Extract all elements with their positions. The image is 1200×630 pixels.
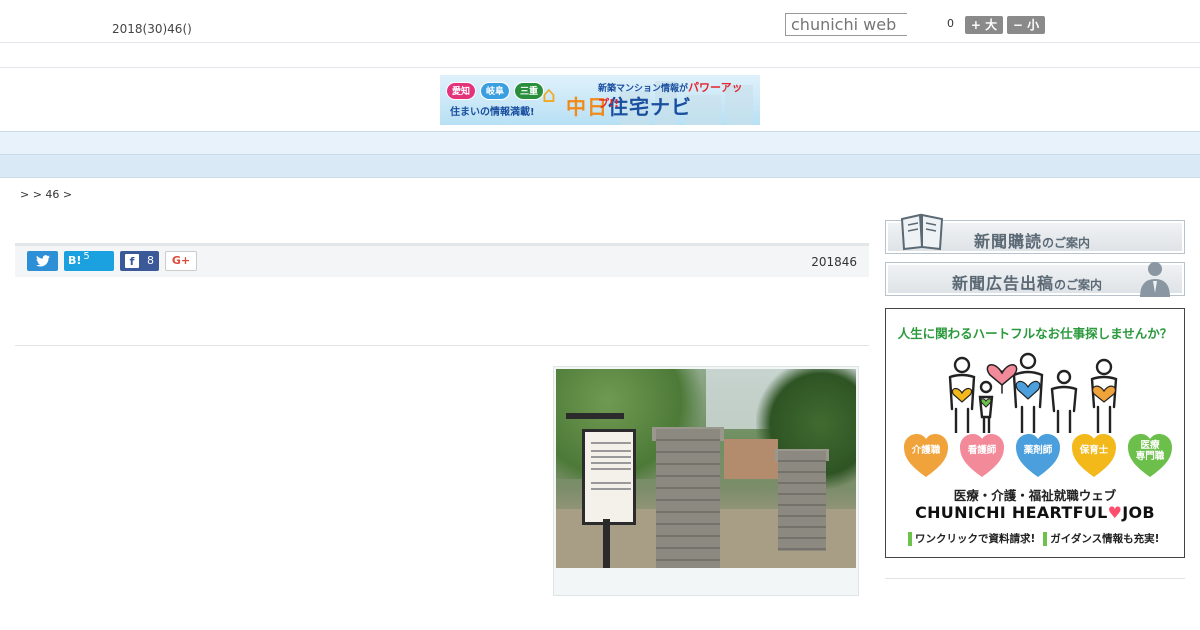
heart-medical-specialist[interactable]: 医療 専門職 bbox=[1126, 433, 1174, 479]
job-category-hearts: 介護職 看護師 薬剤師 保育士 医療 専門職 bbox=[898, 433, 1174, 481]
ad-placement-label-main: 新聞広告出稿 bbox=[952, 274, 1055, 293]
facebook-icon: f bbox=[125, 254, 139, 268]
banner-headline-text: 新築マンション情報が bbox=[598, 84, 689, 94]
search-input[interactable] bbox=[785, 13, 907, 36]
sub-nav bbox=[0, 155, 1200, 178]
family-icon bbox=[948, 352, 1118, 433]
font-size-value: 0 bbox=[947, 17, 954, 30]
heart-label-medical-specialist: 医療 専門職 bbox=[1135, 440, 1165, 462]
heart-label-care-worker: 介護職 bbox=[911, 445, 941, 456]
article-photo-frame bbox=[553, 366, 859, 596]
googleplus-share-button[interactable]: G+ bbox=[165, 251, 197, 271]
current-date: 2018(30)46() bbox=[112, 22, 192, 36]
ad-placement-label-small: のご案内 bbox=[1054, 278, 1103, 292]
newspaper-ad-button[interactable]: 新聞広告出稿のご案内 bbox=[885, 262, 1185, 297]
heart-icon bbox=[960, 434, 1004, 477]
heart-nurse[interactable]: 看護師 bbox=[958, 433, 1006, 479]
ad-brand-heart: ♥ bbox=[1107, 503, 1123, 522]
house-icon: ⌂ bbox=[542, 83, 556, 108]
ad-footer: ワンクリックで資料請求! ガイダンス情報も充実! bbox=[908, 531, 1159, 546]
ad-tagline: 医療・介護・福祉就職ウェブ bbox=[953, 488, 1117, 503]
ad-footer-b: ガイダンス情報も充実! bbox=[1050, 533, 1160, 545]
heart-pharmacist[interactable]: 薬剤師 bbox=[1014, 433, 1062, 479]
person-icon bbox=[1140, 262, 1170, 297]
banner-headline: 新築マンション情報がパワーアップ!! bbox=[598, 79, 760, 111]
subscription-label: 新聞購読のご案内 bbox=[974, 228, 1090, 252]
heart-label-nurse: 看護師 bbox=[967, 445, 997, 456]
hatena-label: B! bbox=[68, 254, 82, 267]
hatena-bookmark-button[interactable]: B! 5 bbox=[64, 251, 114, 271]
heart-label-pharmacist: 薬剤師 bbox=[1023, 445, 1053, 456]
banner-pill-aichi: 愛知 bbox=[446, 82, 476, 100]
ad-brand-a: CHUNICHI HEARTFUL bbox=[915, 503, 1108, 522]
info-sign bbox=[582, 429, 636, 525]
breadcrumb[interactable]: > > 46 > bbox=[20, 188, 72, 201]
font-larger-button[interactable]: + 大 bbox=[965, 16, 1003, 34]
banner-tagline: 住まいの情報満載! bbox=[450, 107, 535, 118]
secondary-band bbox=[0, 44, 1200, 68]
twitter-share-button[interactable] bbox=[27, 251, 58, 271]
banner-pill-gifu: 岐阜 bbox=[480, 82, 510, 100]
article-photo[interactable] bbox=[556, 369, 856, 568]
heartful-job-ad[interactable]: 人生に関わるハートフルなお仕事探しませんか？ 介護職 看護師 薬剤師 保育士 医… bbox=[885, 308, 1185, 558]
ad-brand-b: JOB bbox=[1122, 503, 1155, 522]
twitter-bird-icon bbox=[35, 255, 50, 267]
sidebar-divider bbox=[885, 578, 1185, 579]
heart-icon bbox=[1072, 434, 1116, 477]
book-icon bbox=[900, 213, 944, 251]
share-bar: B! 5 f8 G+ 201846 bbox=[15, 243, 869, 277]
font-smaller-button[interactable]: − 小 bbox=[1007, 16, 1045, 34]
ad-brand: CHUNICHI HEARTFUL♥JOB bbox=[886, 503, 1184, 522]
subscription-label-small: のご案内 bbox=[1042, 236, 1091, 250]
ad-headline: 人生に関わるハートフルなお仕事探しませんか？ bbox=[897, 326, 1173, 341]
hatena-count: 5 bbox=[83, 251, 90, 262]
heart-label-childcare: 保育士 bbox=[1079, 445, 1109, 456]
ad-footer-a: ワンクリックで資料請求! bbox=[915, 533, 1036, 545]
heart-icon bbox=[904, 434, 948, 477]
heart-icon bbox=[1016, 434, 1060, 477]
facebook-count: 8 bbox=[147, 254, 154, 267]
main-nav bbox=[0, 131, 1200, 155]
banner-pill-mie: 三重 bbox=[514, 82, 544, 100]
top-bar: 2018(30)46() 0 + 大 − 小 bbox=[0, 0, 1200, 43]
content-divider bbox=[15, 345, 869, 346]
post-date: 201846 bbox=[811, 255, 857, 269]
newspaper-subscription-button[interactable]: 新聞購読のご案内 bbox=[885, 213, 1185, 254]
housing-navi-banner[interactable]: 愛知 岐阜 三重 住まいの情報満載! ⌂ 中日住宅ナビ 新築マンション情報がパワ… bbox=[440, 75, 760, 125]
heart-care-worker[interactable]: 介護職 bbox=[902, 433, 950, 479]
subscription-label-main: 新聞購読 bbox=[974, 232, 1043, 251]
facebook-share-button[interactable]: f8 bbox=[120, 251, 159, 271]
heart-childcare[interactable]: 保育士 bbox=[1070, 433, 1118, 479]
ad-placement-label: 新聞広告出稿のご案内 bbox=[952, 270, 1102, 294]
